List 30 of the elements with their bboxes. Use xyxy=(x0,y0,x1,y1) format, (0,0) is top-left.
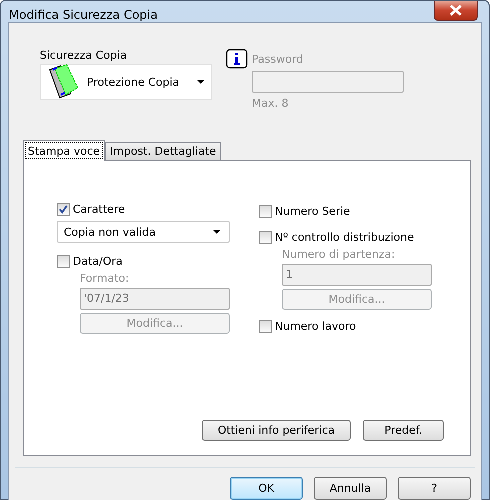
character-dropdown[interactable]: Copia non valida xyxy=(57,221,230,243)
checkbox-label: Nº controllo distribuzione xyxy=(275,230,414,244)
dropdown-arrow-icon xyxy=(213,230,221,234)
tab[interactable]: Impost. Dettagliate xyxy=(105,142,222,160)
format-label: Formato: xyxy=(80,272,130,285)
start-number-label: Numero di partenza: xyxy=(282,248,396,261)
checkbox[interactable] xyxy=(259,204,272,218)
dropdown-arrow-icon xyxy=(197,80,205,84)
password-hint: Max. 8 xyxy=(252,96,290,110)
checkbox[interactable] xyxy=(259,320,272,332)
window-title: Modifica Sicurezza Copia xyxy=(8,7,158,22)
checkbox-label: Numero lavoro xyxy=(275,320,356,332)
checkbox-label: Data/Ora xyxy=(73,254,123,268)
checkbox-label: Carattere xyxy=(73,202,126,216)
security-label: Sicurezza Copia xyxy=(40,49,128,62)
checkbox-label: Numero Serie xyxy=(275,204,350,218)
close-icon xyxy=(450,5,462,16)
dialog-button[interactable]: Annulla xyxy=(314,477,387,500)
panel-button[interactable]: Ottieni info periferica xyxy=(202,420,351,441)
password-field[interactable] xyxy=(252,71,404,93)
close-button[interactable] xyxy=(434,1,478,21)
security-dropdown[interactable]: Protezione Copia xyxy=(40,64,212,100)
dialog-button[interactable]: ? xyxy=(398,477,471,500)
dialog-button[interactable]: OK xyxy=(230,477,303,500)
tab[interactable]: Stampa voce xyxy=(23,140,106,161)
document-icon xyxy=(47,64,81,100)
info-icon xyxy=(226,49,248,69)
password-label: Password xyxy=(252,52,304,66)
panel-button[interactable]: Predef. xyxy=(363,420,444,441)
checkbox[interactable] xyxy=(57,202,70,216)
